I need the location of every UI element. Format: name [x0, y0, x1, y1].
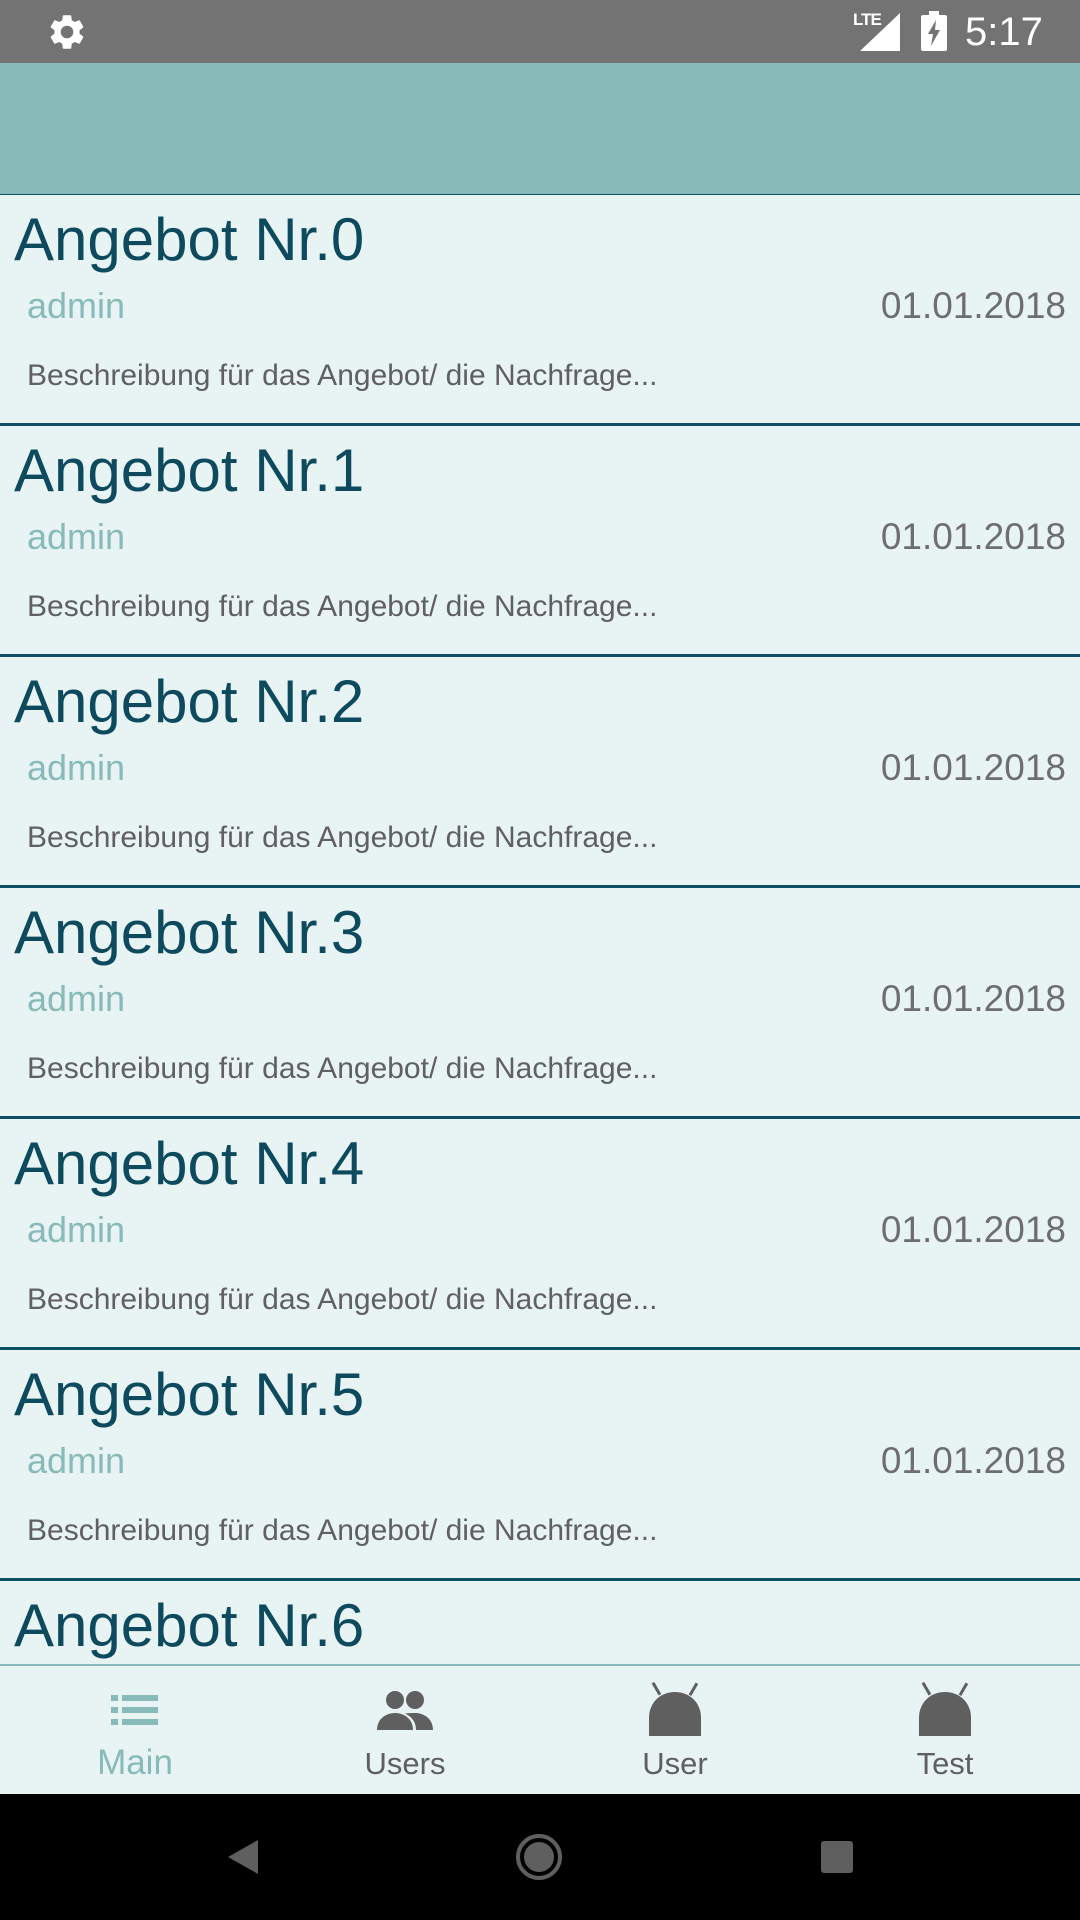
system-navigation-bar	[0, 1794, 1080, 1920]
nav-label: Main	[97, 1743, 173, 1782]
item-title: Angebot Nr.5	[14, 1361, 365, 1428]
list-icon	[111, 1695, 158, 1725]
list-item[interactable]: Angebot Nr.1 admin 01.01.2018 Beschreibu…	[0, 426, 1080, 657]
nav-label: Users	[364, 1746, 446, 1781]
back-icon[interactable]	[216, 1832, 266, 1882]
android-icon	[919, 1682, 971, 1736]
list-item[interactable]: Angebot Nr.4 admin 01.01.2018 Beschreibu…	[0, 1119, 1080, 1350]
nav-tab-user[interactable]: User	[540, 1666, 810, 1796]
item-description: Beschreibung für das Angebot/ die Nachfr…	[27, 1052, 658, 1085]
item-author: admin	[27, 1440, 126, 1481]
bottom-navigation: Main Users User Test	[0, 1664, 1080, 1796]
item-author: admin	[27, 516, 126, 557]
item-description: Beschreibung für das Angebot/ die Nachfr…	[27, 1283, 658, 1316]
item-author: admin	[27, 978, 126, 1019]
item-description: Beschreibung für das Angebot/ die Nachfr…	[27, 1514, 658, 1547]
nav-tab-users[interactable]: Users	[270, 1666, 540, 1796]
battery-charging-icon	[921, 11, 947, 51]
list-item[interactable]: Angebot Nr.0 admin 01.01.2018 Beschreibu…	[0, 195, 1080, 426]
item-title: Angebot Nr.2	[14, 668, 365, 735]
nav-label: Test	[916, 1746, 974, 1781]
item-title: Angebot Nr.4	[14, 1130, 365, 1197]
item-title: Angebot Nr.3	[14, 899, 365, 966]
item-title: Angebot Nr.6	[14, 1592, 365, 1659]
offer-list[interactable]: Angebot Nr.0 admin 01.01.2018 Beschreibu…	[0, 195, 1080, 1664]
app-bar	[0, 63, 1080, 196]
item-title: Angebot Nr.0	[14, 206, 365, 273]
item-description: Beschreibung für das Angebot/ die Nachfr…	[27, 821, 658, 854]
item-author: admin	[27, 285, 126, 326]
status-bar: LTE 5:17	[0, 0, 1080, 63]
android-icon	[649, 1682, 701, 1736]
home-icon[interactable]	[514, 1832, 564, 1882]
recents-icon[interactable]	[812, 1832, 862, 1882]
item-date: 01.01.2018	[880, 285, 1066, 326]
list-item[interactable]: Angebot Nr.5 admin 01.01.2018 Beschreibu…	[0, 1350, 1080, 1581]
clock: 5:17	[965, 10, 1043, 54]
item-description: Beschreibung für das Angebot/ die Nachfr…	[27, 590, 658, 623]
list-item[interactable]: Angebot Nr.6	[0, 1581, 1080, 1664]
list-item[interactable]: Angebot Nr.3 admin 01.01.2018 Beschreibu…	[0, 888, 1080, 1119]
item-date: 01.01.2018	[880, 978, 1066, 1019]
nav-tab-test[interactable]: Test	[810, 1666, 1080, 1796]
item-author: admin	[27, 747, 126, 788]
nav-label: User	[642, 1746, 708, 1781]
item-date: 01.01.2018	[880, 1440, 1066, 1481]
item-date: 01.01.2018	[880, 516, 1066, 557]
signal-icon	[860, 13, 900, 51]
item-date: 01.01.2018	[880, 1209, 1066, 1250]
item-date: 01.01.2018	[880, 747, 1066, 788]
item-title: Angebot Nr.1	[14, 437, 365, 504]
gear-icon[interactable]	[46, 11, 88, 53]
list-item[interactable]: Angebot Nr.2 admin 01.01.2018 Beschreibu…	[0, 657, 1080, 888]
people-icon	[377, 1691, 433, 1730]
item-description: Beschreibung für das Angebot/ die Nachfr…	[27, 359, 658, 392]
item-author: admin	[27, 1209, 126, 1250]
nav-tab-main[interactable]: Main	[0, 1666, 270, 1796]
